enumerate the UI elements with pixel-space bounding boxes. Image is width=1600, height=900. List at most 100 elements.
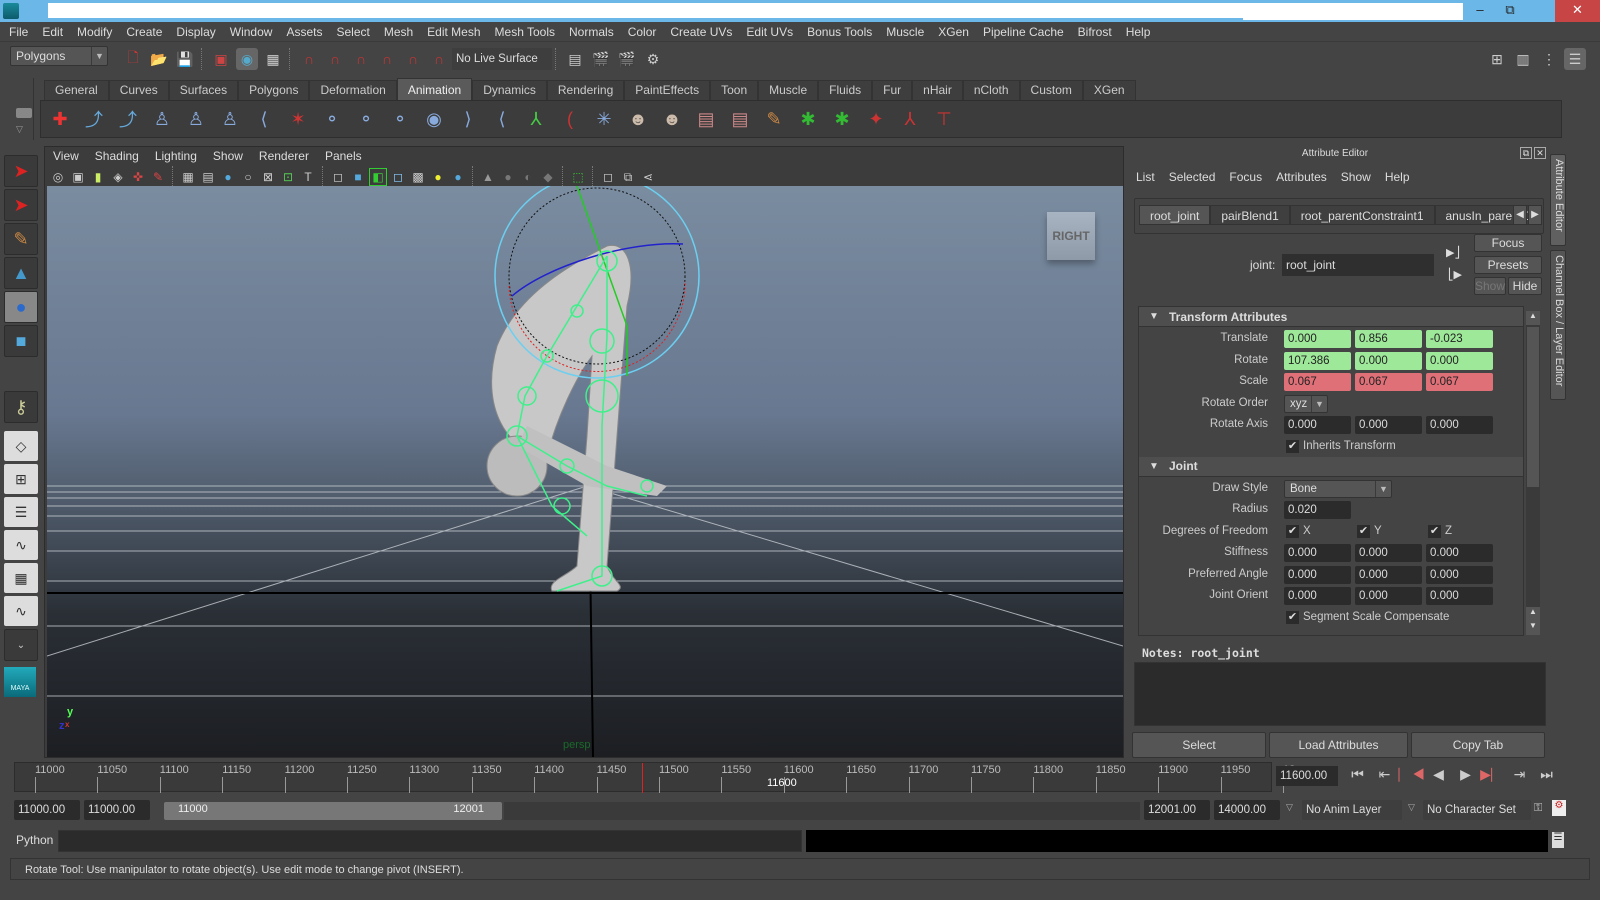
auto-key-icon[interactable]: ⚿ bbox=[1534, 802, 1542, 815]
shelf-tab-surfaces[interactable]: Surfaces bbox=[168, 80, 239, 100]
select-camera-icon[interactable]: ◎ bbox=[49, 168, 67, 186]
menu-mesh[interactable]: Mesh bbox=[384, 25, 413, 39]
constraint-point-icon[interactable]: ✱ bbox=[827, 104, 857, 134]
playback-end-field[interactable]: 12001.00 bbox=[1144, 800, 1210, 820]
rotate-tool-icon[interactable]: ● bbox=[4, 291, 38, 323]
menu-edit-mesh[interactable]: Edit Mesh bbox=[427, 25, 480, 39]
depth-of-field-icon[interactable]: ◆ bbox=[539, 168, 557, 186]
select-tool-icon[interactable]: ➤ bbox=[4, 155, 38, 187]
ae-menu-list[interactable]: List bbox=[1136, 170, 1155, 184]
attribute-editor-toggle-icon[interactable]: ▥ bbox=[1512, 48, 1534, 70]
last-tool-icon[interactable]: ⚷ bbox=[4, 391, 38, 423]
remove-joint-icon[interactable]: ⚬ bbox=[351, 104, 381, 134]
time-slider[interactable]: 11000 11050 11100 11150 11200 11250 11300 11350… bbox=[14, 762, 1295, 793]
output-connections-icon[interactable]: ⎣▶ bbox=[1448, 268, 1462, 281]
shelf-tabs-icon[interactable]: ▽ bbox=[16, 124, 23, 135]
render-settings-icon[interactable]: ⚙ bbox=[642, 48, 664, 70]
gate-mask-icon[interactable]: ○ bbox=[239, 168, 257, 186]
ae-menu-focus[interactable]: Focus bbox=[1229, 170, 1262, 184]
wireframe-icon[interactable]: ◻ bbox=[329, 168, 347, 186]
load-attributes-button[interactable]: Load Attributes bbox=[1269, 732, 1408, 758]
vp-menu-view[interactable]: View bbox=[53, 149, 79, 167]
menu-modify[interactable]: Modify bbox=[77, 25, 112, 39]
segment-scale-compensate-checkbox[interactable]: ✔ bbox=[1286, 610, 1299, 624]
image-plane-icon[interactable]: ◈ bbox=[109, 168, 127, 186]
inherits-transform-checkbox[interactable]: ✔ bbox=[1286, 439, 1299, 453]
playhead-marker[interactable] bbox=[642, 763, 643, 793]
reroot-skeleton-icon[interactable]: ⟨ bbox=[487, 104, 517, 134]
vp-menu-lighting[interactable]: Lighting bbox=[155, 149, 197, 167]
persp-outliner-graph-layout-icon[interactable]: ∿ bbox=[4, 596, 38, 626]
locator-icon[interactable]: ✱ bbox=[793, 104, 823, 134]
mirror-weights-icon[interactable]: ▤ bbox=[725, 104, 755, 134]
ae-menu-selected[interactable]: Selected bbox=[1169, 170, 1216, 184]
shelf-tab-custom[interactable]: Custom bbox=[1019, 80, 1083, 100]
maximize-button[interactable]: ⧉ bbox=[1495, 0, 1525, 22]
channel-box-toggle-icon[interactable]: ☰ bbox=[1564, 48, 1586, 70]
constraint-aim-icon[interactable]: ✦ bbox=[861, 104, 891, 134]
current-frame-field[interactable]: 11600.00 bbox=[1276, 766, 1338, 786]
new-scene-icon[interactable]: 🗋 bbox=[122, 48, 144, 70]
grease-pencil-icon[interactable]: ✎ bbox=[149, 168, 167, 186]
translate-y-field[interactable]: 0.856 bbox=[1355, 330, 1422, 348]
hypershade-persp-layout-icon[interactable]: ▦ bbox=[4, 563, 38, 593]
snap-surface-icon[interactable]: ∩ bbox=[402, 48, 424, 70]
screen-space-ao-icon[interactable]: ▲ bbox=[479, 168, 497, 186]
move-tool-icon[interactable]: ▲ bbox=[4, 257, 38, 289]
preferred-angle-y-field[interactable]: 0.000 bbox=[1355, 565, 1422, 584]
range-slider[interactable]: 11000 12001 bbox=[164, 802, 502, 820]
character-mesh[interactable] bbox=[486, 244, 667, 592]
shelf-tab-rendering[interactable]: Rendering bbox=[546, 80, 625, 100]
range-track[interactable] bbox=[504, 802, 1140, 820]
command-input[interactable] bbox=[58, 830, 802, 852]
menu-bifrost[interactable]: Bifrost bbox=[1078, 25, 1112, 39]
float-panel-icon[interactable]: ⧉ bbox=[1520, 147, 1532, 159]
safe-action-icon[interactable]: ⊡ bbox=[279, 168, 297, 186]
scroll-down-icon[interactable]: ▼ bbox=[1526, 621, 1540, 635]
tab-scroll-right-icon[interactable]: ▶ bbox=[1528, 205, 1542, 225]
anim-start-field[interactable]: 11000.00 bbox=[14, 800, 80, 820]
shelf-tab-dynamics[interactable]: Dynamics bbox=[472, 80, 547, 100]
shelf-tab-painteffects[interactable]: PaintEffects bbox=[624, 80, 711, 100]
orient-joint-icon[interactable]: ⅄ bbox=[521, 104, 551, 134]
ik-handle-icon[interactable]: ⤴ bbox=[79, 104, 109, 134]
ik-spline-icon[interactable]: ⤴ bbox=[113, 104, 143, 134]
3d-viewport[interactable]: RIGHT y z x persp bbox=[47, 186, 1123, 757]
show-button[interactable]: Show bbox=[1474, 277, 1506, 295]
side-tab-attribute-editor[interactable]: Attribute Editor bbox=[1550, 154, 1566, 246]
joint-orient-x-field[interactable]: 0.000 bbox=[1284, 587, 1351, 605]
stiffness-x-field[interactable]: 0.000 bbox=[1284, 544, 1351, 562]
menu-create[interactable]: Create bbox=[126, 25, 162, 39]
select-hierarchy-icon[interactable]: ▣ bbox=[210, 48, 232, 70]
dof-x-checkbox[interactable]: ✔ bbox=[1286, 524, 1299, 538]
presets-button[interactable]: Presets bbox=[1474, 256, 1542, 274]
transform-attributes-section[interactable]: ▼ Transform Attributes bbox=[1139, 307, 1523, 327]
connect-joint-icon[interactable]: ⚬ bbox=[385, 104, 415, 134]
open-scene-icon[interactable]: 📂 bbox=[148, 48, 170, 70]
stiffness-y-field[interactable]: 0.000 bbox=[1355, 544, 1422, 562]
paint-weights-icon[interactable]: ✎ bbox=[759, 104, 789, 134]
snap-curve-icon[interactable]: ∩ bbox=[324, 48, 346, 70]
menu-edit[interactable]: Edit bbox=[42, 25, 63, 39]
live-surface-field[interactable]: No Live Surface bbox=[452, 48, 552, 70]
rotate-y-field[interactable]: 0.000 bbox=[1355, 351, 1422, 370]
dof-z-checkbox[interactable]: ✔ bbox=[1428, 524, 1441, 538]
rotate-z-field[interactable]: 0.000 bbox=[1426, 351, 1493, 370]
bend-icon[interactable]: ( bbox=[555, 104, 585, 134]
dof-y-checkbox[interactable]: ✔ bbox=[1357, 524, 1370, 538]
shelf-tab-general[interactable]: General bbox=[44, 80, 109, 100]
rotate-order-dropdown[interactable]: xyz ▼ bbox=[1284, 394, 1328, 413]
bookmarks-icon[interactable]: ▮ bbox=[89, 168, 107, 186]
side-tab-channel-box[interactable]: Channel Box / Layer Editor bbox=[1550, 250, 1566, 400]
menu-muscle[interactable]: Muscle bbox=[886, 25, 924, 39]
wireframe-on-shaded-icon[interactable]: ◧ bbox=[369, 168, 387, 186]
isolate-select-icon[interactable]: ⬚ bbox=[569, 168, 587, 186]
input-connections-icon[interactable]: ▶⎦ bbox=[1446, 246, 1460, 259]
tab-scroll-left-icon[interactable]: ◀ bbox=[1513, 205, 1527, 225]
anim-layer-dropdown-icon[interactable]: ▽ bbox=[1286, 802, 1293, 813]
radius-field[interactable]: 0.020 bbox=[1284, 501, 1351, 519]
animation-preferences-icon[interactable]: ⚙ bbox=[1552, 800, 1566, 816]
shelf-tab-polygons[interactable]: Polygons bbox=[238, 80, 310, 100]
play-forwards-icon[interactable]: ▶ bbox=[1452, 766, 1479, 783]
shelf-tab-xgen[interactable]: XGen bbox=[1082, 80, 1136, 100]
